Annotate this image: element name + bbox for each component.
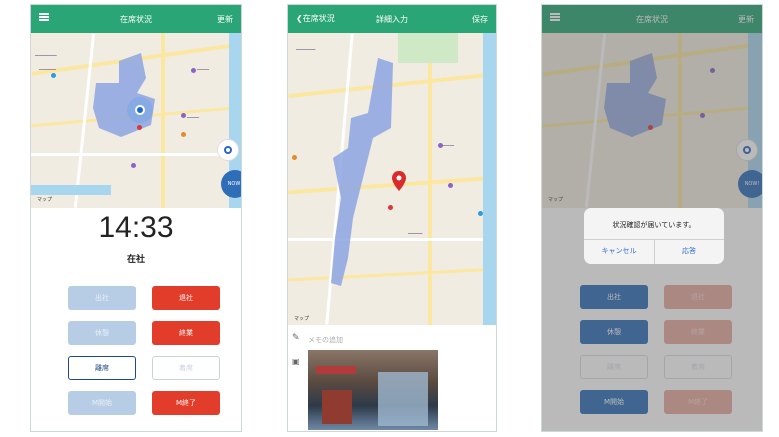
attached-photo[interactable] bbox=[308, 350, 438, 430]
pencil-icon: ✎ bbox=[292, 333, 300, 343]
nav-title: 詳細入力 bbox=[376, 15, 408, 24]
poi-marker bbox=[448, 183, 453, 188]
phone-screen-status: 在席状況 更新 ━━━━━━━━━ ━━━━━━━ ━━━━━ ━━━━━ マッ… bbox=[30, 4, 242, 432]
map-view[interactable]: ━━━━━━━━━ ━━━━━━━ ━━━━━ ━━━━━ マップ NOW! bbox=[31, 33, 241, 208]
poi-marker bbox=[191, 68, 196, 73]
dialog-respond-button[interactable]: 応答 bbox=[654, 246, 724, 256]
leave-seat-button[interactable]: 離席 bbox=[68, 356, 136, 380]
return-seat-button[interactable]: 着席 bbox=[152, 356, 220, 380]
now-button[interactable]: NOW! bbox=[221, 170, 241, 198]
location-pin-icon bbox=[392, 171, 406, 191]
floor-area-polygon bbox=[93, 53, 155, 137]
phone-screen-status-dialog: 在席状況 更新 マップ NOW! 退社 出社 退社 休憩 終業 離席 着席 M開… bbox=[541, 4, 763, 432]
poi-marker bbox=[388, 205, 393, 210]
map-logo: マップ bbox=[294, 316, 310, 322]
confirm-dialog: 状況確認が届いています。 キャンセル 応答 bbox=[584, 208, 724, 264]
poi-marker bbox=[181, 113, 186, 118]
dialog-cancel-button[interactable]: キャンセル bbox=[584, 246, 654, 256]
break-button[interactable]: 休憩 bbox=[68, 321, 136, 345]
clock-in-button[interactable]: 出社 bbox=[68, 286, 136, 310]
status-label: 在社 bbox=[126, 255, 145, 265]
phone-screen-detail: ❮在席状況 詳細入力 保存 ━━━━━━━━ ━━━━━ ━━━━━━ マップ … bbox=[287, 4, 497, 432]
current-location-dot bbox=[135, 105, 145, 115]
save-button[interactable]: 保存 bbox=[472, 14, 488, 25]
poi-marker bbox=[181, 132, 186, 137]
poi-marker bbox=[292, 155, 297, 160]
dialog-message: 状況確認が届いています。 bbox=[612, 221, 696, 229]
refresh-button[interactable]: 更新 bbox=[217, 14, 233, 25]
end-work-button[interactable]: 終業 bbox=[152, 321, 220, 345]
clock-out-button[interactable]: 退社 bbox=[152, 286, 220, 310]
nav-bar: 在席状況 更新 bbox=[31, 5, 241, 33]
poi-marker bbox=[51, 73, 56, 78]
map-logo: マップ bbox=[37, 197, 53, 203]
poi-marker bbox=[131, 163, 136, 168]
nav-bar: ❮在席状況 詳細入力 保存 bbox=[288, 5, 496, 33]
memo-field[interactable]: メモの追加 bbox=[308, 335, 343, 345]
locate-icon[interactable] bbox=[217, 139, 239, 161]
nav-title: 在席状況 bbox=[120, 15, 152, 24]
poi-marker bbox=[137, 125, 142, 130]
camera-icon[interactable]: ▣ bbox=[292, 357, 300, 366]
poi-marker bbox=[478, 211, 483, 216]
map-view[interactable]: ━━━━━━━━ ━━━━━ ━━━━━━ マップ bbox=[288, 33, 496, 325]
meeting-start-button[interactable]: M開始 bbox=[68, 391, 136, 415]
clock-time: 14:33 bbox=[98, 211, 174, 244]
meeting-end-button[interactable]: M終了 bbox=[152, 391, 220, 415]
